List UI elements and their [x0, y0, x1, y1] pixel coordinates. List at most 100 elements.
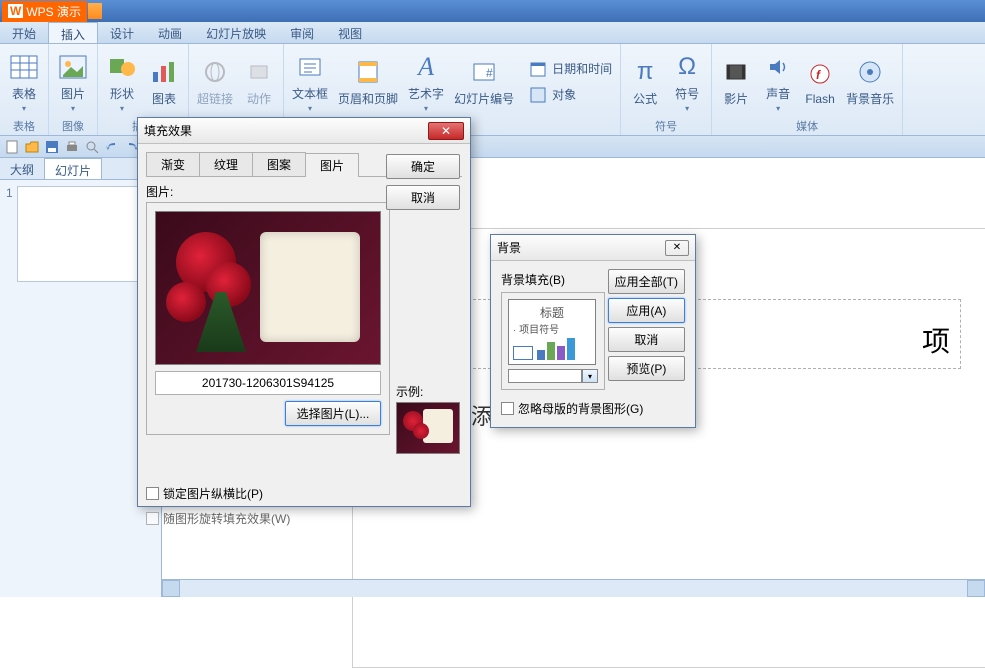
datetime-button[interactable]: 日期和时间	[524, 57, 616, 81]
movie-button[interactable]: 影片	[716, 54, 756, 109]
fill-effects-dialog: 填充效果 ✕ 渐变 纹理 图案 图片 图片: 201730-	[137, 117, 471, 507]
action-icon	[243, 56, 275, 88]
menu-bar: 开始 插入 设计 动画 幻灯片放映 审阅 视图	[0, 22, 985, 44]
group-label-table: 表格	[4, 117, 44, 135]
bg-dialog-titlebar[interactable]: 背景 ✕	[491, 235, 695, 261]
chart-icon	[148, 56, 180, 88]
tab-picture[interactable]: 图片	[305, 153, 359, 177]
sound-icon	[762, 51, 794, 83]
background-dialog: 背景 ✕ 背景填充(B) 标题 · 项目符号 ▾ 忽	[490, 234, 696, 428]
object-button[interactable]: 对象	[524, 83, 616, 107]
chart-button[interactable]: 图表	[144, 54, 184, 109]
undo-icon[interactable]	[104, 139, 120, 155]
bg-dialog-title: 背景	[497, 239, 521, 256]
cancel-button[interactable]: 取消	[608, 327, 685, 352]
slide-number-button[interactable]: # 幻灯片编号	[450, 54, 518, 109]
horizontal-scrollbar[interactable]	[162, 579, 985, 597]
picture-label: 图片:	[146, 183, 390, 200]
svg-text:#: #	[486, 66, 493, 80]
preview-icon[interactable]	[84, 139, 100, 155]
app-name: WPS 演示	[26, 3, 81, 20]
app-menu-dropdown[interactable]	[88, 3, 102, 19]
wordart-button[interactable]: A 艺术字▾	[404, 49, 448, 115]
picture-icon	[57, 51, 89, 83]
fill-dialog-titlebar[interactable]: 填充效果 ✕	[138, 118, 470, 144]
picture-button[interactable]: 图片▾	[53, 49, 93, 115]
fill-dialog-buttons: 确定 取消	[386, 154, 460, 210]
picture-panel: 201730-1206301S94125 选择图片(L)...	[146, 202, 390, 435]
ribbon-group-symbol: π 公式 Ω 符号▾ 符号	[621, 44, 712, 135]
flash-button[interactable]: f Flash	[800, 56, 840, 108]
equation-button[interactable]: π 公式	[625, 54, 665, 109]
menu-start[interactable]: 开始	[0, 22, 48, 43]
lock-aspect-row[interactable]: 锁定图片纵横比(P)	[146, 485, 390, 502]
slide-number-icon: #	[468, 56, 500, 88]
menu-slideshow[interactable]: 幻灯片放映	[194, 22, 278, 43]
symbol-button[interactable]: Ω 符号▾	[667, 49, 707, 115]
bg-color-dropdown[interactable]: ▾	[582, 369, 598, 383]
menu-review[interactable]: 审阅	[278, 22, 326, 43]
table-button[interactable]: 表格▾	[4, 49, 44, 115]
bgmusic-button[interactable]: 背景音乐	[842, 54, 898, 109]
group-label-image: 图像	[53, 117, 93, 135]
hyperlink-button[interactable]: 超链接	[193, 54, 237, 109]
sample-area: 示例:	[396, 379, 460, 454]
ribbon-group-media: 影片 声音▾ f Flash 背景音乐 媒体	[712, 44, 903, 135]
textbox-button[interactable]: 文本框▾	[288, 49, 332, 115]
sound-button[interactable]: 声音▾	[758, 49, 798, 115]
tab-texture[interactable]: 纹理	[199, 152, 253, 176]
bg-color-selector[interactable]	[508, 369, 582, 383]
preview-button[interactable]: 预览(P)	[608, 356, 685, 381]
new-icon[interactable]	[4, 139, 20, 155]
tab-pattern[interactable]: 图案	[252, 152, 306, 176]
header-footer-button[interactable]: 页眉和页脚	[334, 54, 402, 109]
app-badge: W WPS 演示	[2, 1, 87, 22]
ribbon-group-table: 表格▾ 表格	[0, 44, 49, 135]
menu-animation[interactable]: 动画	[146, 22, 194, 43]
apply-all-button[interactable]: 应用全部(T)	[608, 269, 685, 294]
bgmusic-icon	[854, 56, 886, 88]
slide-preview	[17, 186, 147, 282]
cancel-button[interactable]: 取消	[386, 185, 460, 210]
print-icon[interactable]	[64, 139, 80, 155]
ignore-master-checkbox[interactable]	[501, 402, 514, 415]
tab-outline[interactable]: 大纲	[0, 158, 44, 179]
close-button[interactable]: ✕	[428, 122, 464, 140]
ribbon-group-image: 图片▾ 图像	[49, 44, 98, 135]
save-icon[interactable]	[44, 139, 60, 155]
bg-preview-bullet: · 项目符号	[513, 321, 591, 336]
ignore-master-row[interactable]: 忽略母版的背景图形(G)	[501, 400, 685, 417]
ignore-master-label: 忽略母版的背景图形(G)	[518, 400, 643, 417]
fill-dialog-title: 填充效果	[144, 122, 192, 139]
ok-button[interactable]: 确定	[386, 154, 460, 179]
tab-slides[interactable]: 幻灯片	[44, 158, 102, 179]
menu-view[interactable]: 视图	[326, 22, 374, 43]
tab-gradient[interactable]: 渐变	[146, 152, 200, 176]
slide-thumbnail[interactable]: 1	[6, 186, 155, 282]
apply-button[interactable]: 应用(A)	[608, 298, 685, 323]
bg-preview-bars	[537, 338, 575, 360]
object-icon	[528, 85, 548, 105]
menu-design[interactable]: 设计	[98, 22, 146, 43]
wordart-icon: A	[410, 51, 442, 83]
lock-aspect-checkbox[interactable]	[146, 487, 159, 500]
bg-preview: 标题 · 项目符号	[508, 299, 596, 365]
shapes-button[interactable]: 形状▾	[102, 49, 142, 115]
scroll-right-icon[interactable]	[967, 580, 985, 597]
rotate-row: 随图形旋转填充效果(W)	[146, 510, 462, 527]
open-icon[interactable]	[24, 139, 40, 155]
close-button[interactable]: ✕	[665, 240, 689, 256]
menu-insert[interactable]: 插入	[48, 22, 98, 43]
rose-graphic	[166, 282, 206, 322]
hyperlink-icon	[199, 56, 231, 88]
app-icon: W	[8, 4, 23, 18]
shapes-icon	[106, 51, 138, 83]
title-bar: W WPS 演示	[0, 0, 985, 22]
select-picture-button[interactable]: 选择图片(L)...	[285, 401, 381, 426]
action-button[interactable]: 动作	[239, 54, 279, 109]
bg-dialog-buttons: 应用全部(T) 应用(A) 取消 预览(P)	[608, 269, 685, 381]
scroll-track[interactable]	[180, 580, 967, 597]
scroll-left-icon[interactable]	[162, 580, 180, 597]
flash-icon: f	[804, 58, 836, 90]
slide-number: 1	[6, 186, 13, 282]
